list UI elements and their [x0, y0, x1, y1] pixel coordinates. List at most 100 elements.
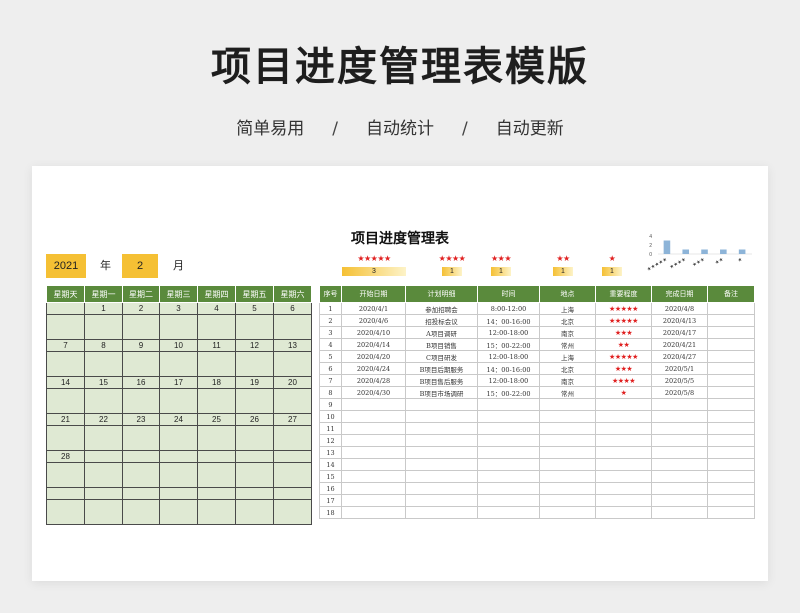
calendar-note-cell[interactable] [46, 314, 85, 340]
calendar-note-cell[interactable] [197, 425, 236, 451]
table-cell[interactable]: 2020/4/28 [341, 374, 406, 387]
calendar-day[interactable]: 22 [84, 413, 123, 426]
calendar-day[interactable]: 18 [197, 376, 236, 389]
calendar-note-cell[interactable] [84, 314, 123, 340]
table-cell[interactable]: 12:00-18:00 [477, 350, 540, 363]
table-cell[interactable] [707, 398, 755, 411]
table-cell[interactable]: 15：00-22:00 [477, 338, 540, 351]
calendar-note-cell[interactable] [122, 388, 160, 414]
table-cell[interactable]: 参加招聘会 [405, 302, 478, 315]
importance-cell[interactable]: ★★★ [595, 326, 652, 339]
calendar-day[interactable] [84, 487, 123, 500]
calendar-day[interactable]: 1 [84, 302, 123, 315]
importance-cell[interactable] [595, 410, 652, 423]
table-cell[interactable]: 8:00-12:00 [477, 302, 540, 315]
table-cell[interactable]: 12:00-18:00 [477, 374, 540, 387]
importance-cell[interactable]: ★★★ [595, 362, 652, 375]
table-cell[interactable]: 2020/4/6 [341, 314, 406, 327]
table-cell[interactable] [707, 422, 755, 435]
table-cell[interactable]: 8 [319, 386, 342, 399]
calendar-note-cell[interactable] [122, 499, 160, 525]
calendar-day[interactable]: 5 [235, 302, 274, 315]
table-cell[interactable] [707, 434, 755, 447]
table-cell[interactable] [341, 470, 406, 483]
table-cell[interactable] [341, 482, 406, 495]
calendar-note-cell[interactable] [235, 314, 274, 340]
calendar-note-cell[interactable] [122, 462, 160, 488]
calendar-note-cell[interactable] [159, 499, 198, 525]
table-cell[interactable] [477, 422, 540, 435]
calendar-day[interactable]: 23 [122, 413, 160, 426]
table-cell[interactable] [707, 338, 755, 351]
importance-cell[interactable]: ★★ [595, 338, 652, 351]
column-header[interactable]: 重要程度 [595, 285, 652, 303]
calendar-note-cell[interactable] [84, 425, 123, 451]
table-cell[interactable]: 15 [319, 470, 342, 483]
calendar-day[interactable] [273, 487, 312, 500]
table-cell[interactable] [539, 494, 596, 507]
calendar-note-cell[interactable] [273, 425, 312, 451]
importance-cell[interactable] [595, 398, 652, 411]
table-cell[interactable] [477, 506, 540, 519]
table-cell[interactable]: 15：00-22:00 [477, 386, 540, 399]
month-input[interactable]: 2 [122, 254, 158, 278]
importance-cell[interactable] [595, 482, 652, 495]
table-cell[interactable]: 北京 [539, 362, 596, 375]
table-cell[interactable] [707, 506, 755, 519]
calendar-note-cell[interactable] [273, 388, 312, 414]
calendar-note-cell[interactable] [84, 499, 123, 525]
table-cell[interactable] [477, 470, 540, 483]
table-cell[interactable] [405, 422, 478, 435]
calendar-day[interactable]: 21 [46, 413, 85, 426]
table-cell[interactable]: 常州 [539, 338, 596, 351]
table-cell[interactable] [405, 434, 478, 447]
table-cell[interactable] [707, 326, 755, 339]
calendar-note-cell[interactable] [235, 462, 274, 488]
table-cell[interactable]: 10 [319, 410, 342, 423]
table-cell[interactable]: 2020/4/10 [341, 326, 406, 339]
importance-cell[interactable] [595, 446, 652, 459]
calendar-day[interactable]: 8 [84, 339, 123, 352]
calendar-day[interactable] [84, 450, 123, 463]
table-cell[interactable] [405, 398, 478, 411]
calendar-day[interactable]: 6 [273, 302, 312, 315]
table-cell[interactable] [651, 410, 708, 423]
table-cell[interactable] [477, 398, 540, 411]
table-cell[interactable]: 2020/4/20 [341, 350, 406, 363]
table-cell[interactable] [477, 494, 540, 507]
calendar-day[interactable]: 28 [46, 450, 85, 463]
table-cell[interactable]: 招投标会议 [405, 314, 478, 327]
table-cell[interactable] [707, 482, 755, 495]
table-cell[interactable]: 常州 [539, 386, 596, 399]
calendar-day[interactable]: 24 [159, 413, 198, 426]
calendar-day[interactable]: 12 [235, 339, 274, 352]
table-cell[interactable]: 2020/4/8 [651, 302, 708, 315]
table-cell[interactable]: 2 [319, 314, 342, 327]
column-header[interactable]: 时间 [477, 285, 540, 303]
calendar-note-cell[interactable] [197, 314, 236, 340]
table-cell[interactable] [707, 446, 755, 459]
table-cell[interactable] [477, 482, 540, 495]
calendar-day[interactable] [235, 487, 274, 500]
calendar-day[interactable] [122, 450, 160, 463]
table-cell[interactable]: 9 [319, 398, 342, 411]
calendar-note-cell[interactable] [46, 388, 85, 414]
table-cell[interactable] [405, 470, 478, 483]
importance-cell[interactable]: ★★★★★ [595, 314, 652, 327]
calendar-day[interactable]: 27 [273, 413, 312, 426]
table-cell[interactable] [707, 350, 755, 363]
calendar-note-cell[interactable] [159, 462, 198, 488]
table-cell[interactable]: 7 [319, 374, 342, 387]
calendar-note-cell[interactable] [84, 351, 123, 377]
importance-cell[interactable] [595, 506, 652, 519]
table-cell[interactable] [651, 398, 708, 411]
column-header[interactable]: 地点 [539, 285, 596, 303]
table-cell[interactable]: 2020/4/14 [341, 338, 406, 351]
table-cell[interactable] [707, 410, 755, 423]
calendar-note-cell[interactable] [46, 499, 85, 525]
calendar-note-cell[interactable] [235, 425, 274, 451]
table-cell[interactable] [539, 470, 596, 483]
calendar-note-cell[interactable] [273, 462, 312, 488]
table-cell[interactable] [341, 410, 406, 423]
calendar-day[interactable] [159, 487, 198, 500]
